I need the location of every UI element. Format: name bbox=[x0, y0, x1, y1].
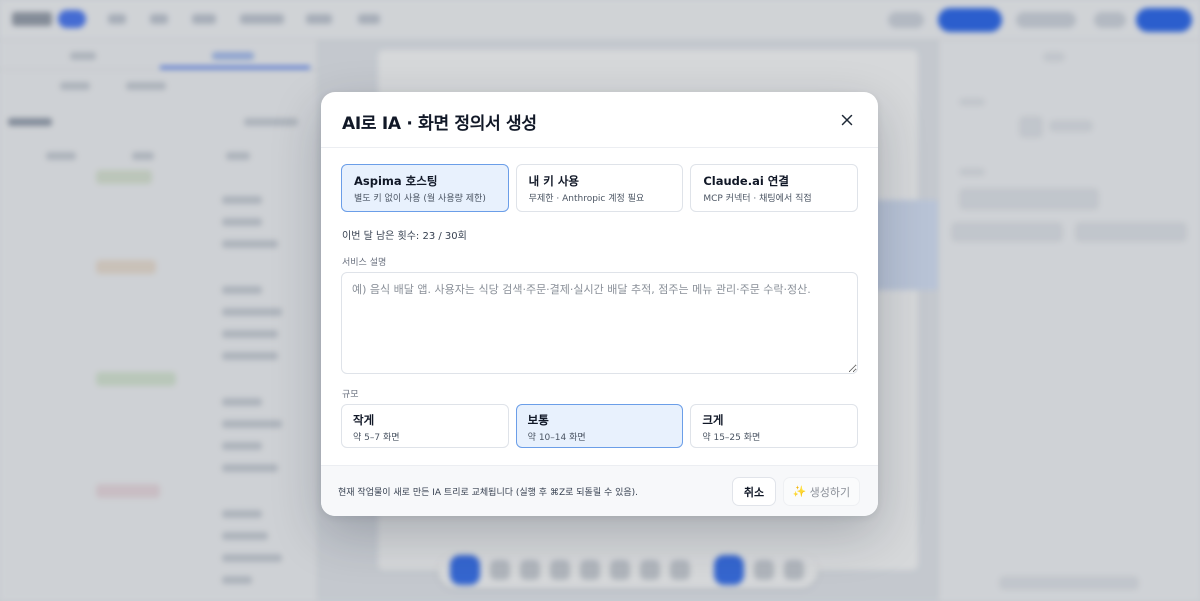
mode-option-subtitle: 별도 키 없이 사용 (월 사용량 제한) bbox=[354, 194, 486, 204]
replace-warning: 현재 작업물이 새로 만든 IA 트리로 교체됩니다 (실행 후 ⌘Z로 되돌릴… bbox=[338, 488, 639, 498]
service-description-input[interactable] bbox=[341, 272, 858, 374]
scale-option-title: 작게 bbox=[353, 413, 375, 427]
sparkle-icon: ✨ bbox=[792, 485, 807, 498]
scale-option-subtitle: 약 10–14 화면 bbox=[527, 433, 586, 443]
mode-option-title: Aspima 호스팅 bbox=[354, 174, 438, 188]
scale-option-subtitle: 약 15–25 화면 bbox=[702, 433, 761, 443]
mode-option-subtitle: MCP 커넥터 · 채팅에서 직접 bbox=[703, 194, 812, 204]
mode-option-claude[interactable]: Claude.ai 연결 MCP 커넥터 · 채팅에서 직접 bbox=[690, 164, 859, 212]
scale-selector: 작게 약 5–7 화면 보통 약 10–14 화면 크게 약 15–25 화면 bbox=[341, 404, 859, 449]
close-button[interactable] bbox=[836, 109, 858, 131]
scale-label: 규모 bbox=[342, 390, 359, 400]
generate-button[interactable]: ✨ 생성하기 bbox=[783, 477, 860, 506]
mode-option-own-key[interactable]: 내 키 사용 무제한 · Anthropic 계정 필요 bbox=[515, 164, 684, 212]
scale-option-medium[interactable]: 보통 약 10–14 화면 bbox=[515, 404, 684, 448]
generate-button-label: 생성하기 bbox=[809, 485, 851, 499]
close-icon bbox=[841, 114, 853, 126]
scale-option-subtitle: 약 5–7 화면 bbox=[353, 433, 400, 443]
scale-option-large[interactable]: 크게 약 15–25 화면 bbox=[690, 404, 859, 448]
description-label: 서비스 설명 bbox=[342, 258, 387, 268]
generate-ia-dialog: AI로 IA · 화면 정의서 생성 Aspima 호스팅 별도 키 없이 사용… bbox=[321, 92, 878, 516]
mode-option-subtitle: 무제한 · Anthropic 계정 필요 bbox=[528, 194, 645, 204]
mode-option-title: Claude.ai 연결 bbox=[703, 174, 789, 188]
mode-selector: Aspima 호스팅 별도 키 없이 사용 (월 사용량 제한) 내 키 사용 … bbox=[341, 164, 859, 213]
scale-option-title: 보통 bbox=[527, 413, 549, 427]
dialog-footer: 현재 작업물이 새로 만든 IA 트리로 교체됩니다 (실행 후 ⌘Z로 되돌릴… bbox=[321, 465, 878, 516]
mode-option-hosted[interactable]: Aspima 호스팅 별도 키 없이 사용 (월 사용량 제한) bbox=[341, 164, 509, 212]
mode-option-title: 내 키 사용 bbox=[528, 174, 579, 188]
remaining-quota: 이번 달 남은 횟수: 23 / 30회 bbox=[342, 231, 467, 242]
scale-option-small[interactable]: 작게 약 5–7 화면 bbox=[341, 404, 509, 448]
scale-option-title: 크게 bbox=[702, 413, 724, 427]
cancel-button[interactable]: 취소 bbox=[732, 477, 776, 506]
dialog-header: AI로 IA · 화면 정의서 생성 bbox=[321, 92, 878, 148]
dialog-title: AI로 IA · 화면 정의서 생성 bbox=[342, 114, 537, 134]
